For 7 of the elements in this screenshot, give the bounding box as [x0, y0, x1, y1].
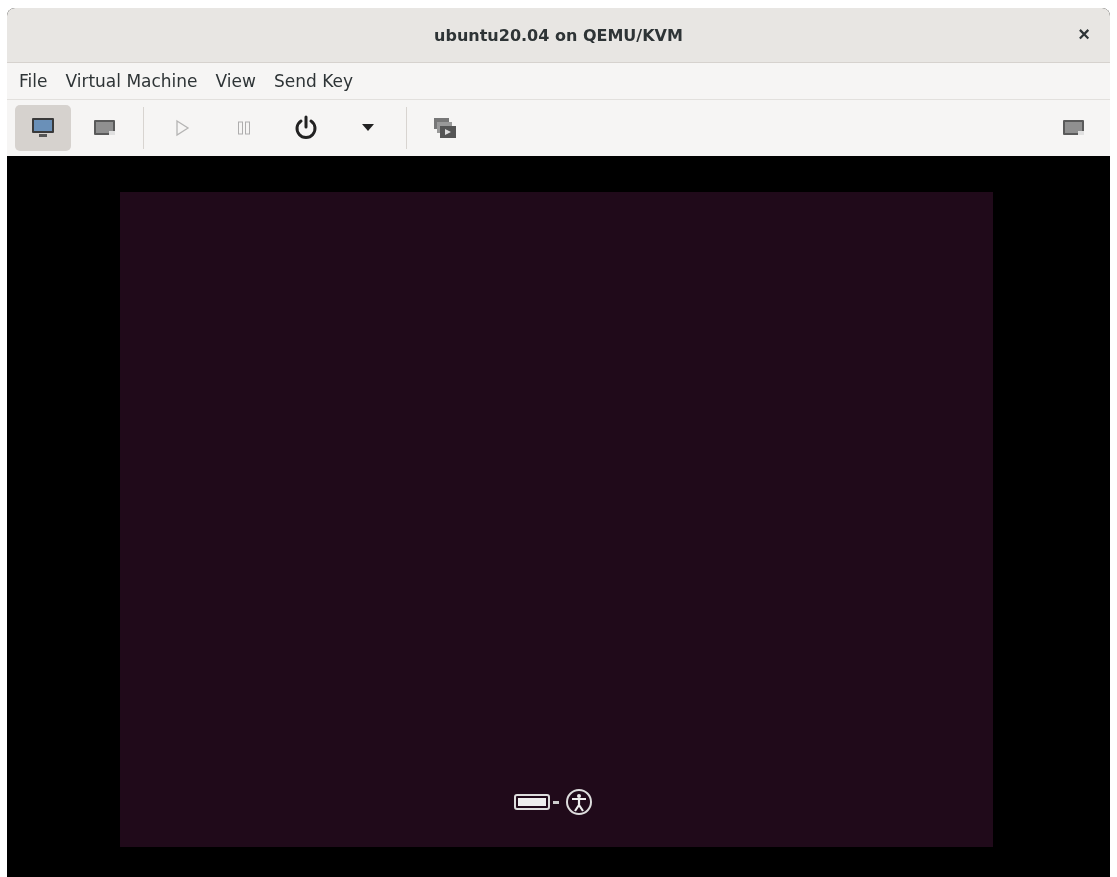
close-button[interactable]: × [1072, 23, 1096, 46]
menu-item[interactable]: View [215, 71, 256, 91]
menu-item[interactable]: File [19, 71, 48, 91]
window-title: ubuntu20.04 on QEMU/KVM [434, 25, 683, 45]
menu-item[interactable]: Virtual Machine [65, 71, 198, 91]
menu-item[interactable]: Send Key [273, 71, 353, 91]
console-button[interactable] [15, 105, 71, 151]
